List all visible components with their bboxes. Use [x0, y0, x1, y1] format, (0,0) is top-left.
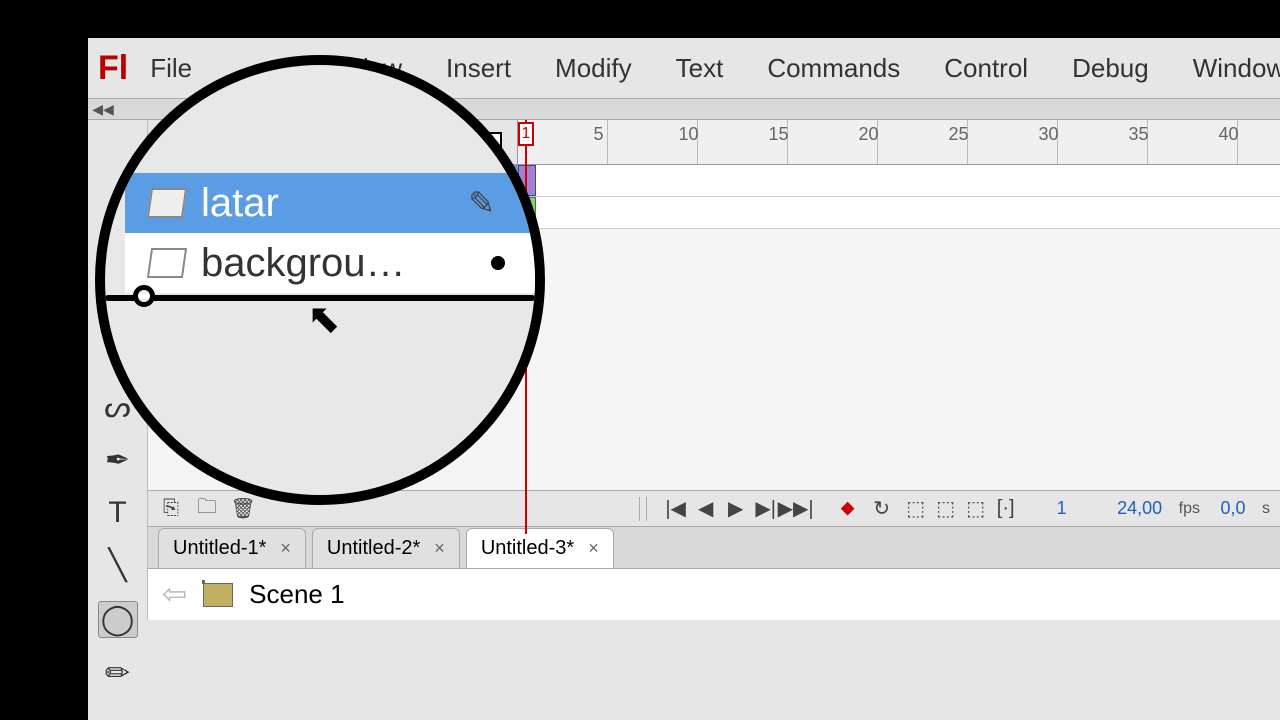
tab-label: Untitled-1* [173, 537, 266, 560]
ruler-tick: 15 [770, 120, 788, 164]
menu-text[interactable]: Text [654, 53, 746, 84]
ruler-tick: 35 [1130, 120, 1148, 164]
current-frame-display[interactable]: 1 [1027, 498, 1097, 519]
close-icon[interactable]: × [434, 538, 445, 559]
onion-outline-button[interactable]: ⬚ [933, 496, 959, 522]
ruler-tick: 40 [1220, 120, 1238, 164]
scene-bar: ⇦ Scene 1 [148, 568, 1280, 620]
delete-layer-button[interactable]: 🗑 [230, 496, 256, 522]
cursor-icon: ⬉ [307, 296, 341, 342]
time-label: s [1262, 500, 1270, 518]
scene-name[interactable]: Scene 1 [249, 579, 344, 610]
ruler-tick: 25 [950, 120, 968, 164]
magnifier-knob-icon [133, 285, 155, 307]
close-icon[interactable]: × [280, 538, 291, 559]
pencil-icon: ✎ [468, 184, 495, 222]
ruler-tick: 20 [860, 120, 878, 164]
keyframe-dot-icon [491, 256, 505, 270]
first-frame-button[interactable]: |◀ [663, 496, 689, 522]
magnified-layer-label: latar [201, 181, 279, 226]
tab-label: Untitled-2* [327, 537, 420, 560]
time-display: 0,0 [1208, 498, 1258, 519]
onion-markers-button[interactable]: [·] [993, 496, 1019, 522]
fps-display[interactable]: 24,00 [1105, 498, 1175, 519]
fps-label: fps [1179, 500, 1200, 518]
tab-untitled-3[interactable]: Untitled-3* × [466, 528, 614, 568]
pencil-tool-icon[interactable]: ✏ [98, 656, 138, 691]
magnifier-overlay: latar ✎ backgrou… ⬉ [95, 55, 545, 505]
grip-icon[interactable] [639, 497, 647, 521]
edit-multiple-button[interactable]: ⬚ [963, 496, 989, 522]
loop-button[interactable]: ↻ [869, 496, 895, 522]
magnified-layer-background[interactable]: backgrou… [125, 233, 535, 293]
frame-ruler[interactable]: 1 5 10 15 20 25 30 35 40 [518, 120, 1280, 164]
close-icon[interactable]: × [588, 538, 599, 559]
menu-commands[interactable]: Commands [745, 53, 922, 84]
text-tool-icon[interactable]: T [98, 496, 138, 530]
back-arrow-icon[interactable]: ⇦ [162, 577, 187, 612]
next-frame-button[interactable]: ▶| [753, 496, 779, 522]
menu-debug[interactable]: Debug [1050, 53, 1171, 84]
ruler-tick: 5 [590, 120, 608, 164]
magnifier-divider [105, 295, 535, 301]
loop-marker-icon[interactable]: ⬥ [835, 496, 861, 522]
scene-icon [203, 583, 233, 607]
magnified-layer-label: backgrou… [201, 241, 406, 286]
prev-frame-button[interactable]: ◀ [693, 496, 719, 522]
line-tool-icon[interactable]: ╲ [98, 548, 138, 583]
ruler-tick: 30 [1040, 120, 1058, 164]
menu-control[interactable]: Control [922, 53, 1050, 84]
oval-tool-icon[interactable]: ◯ [98, 601, 138, 638]
layer-icon [147, 248, 187, 278]
layer-icon [147, 188, 187, 218]
play-button[interactable]: ▶ [723, 496, 749, 522]
last-frame-button[interactable]: ▶▶| [783, 496, 809, 522]
tab-label: Untitled-3* [481, 537, 574, 560]
document-tabs: Untitled-1* × Untitled-2* × Untitled-3* … [148, 526, 1280, 568]
tab-untitled-2[interactable]: Untitled-2* × [312, 528, 460, 568]
magnified-layer-latar[interactable]: latar ✎ [125, 173, 535, 233]
onion-skin-button[interactable]: ⬚ [903, 496, 929, 522]
menu-window[interactable]: Window [1171, 53, 1280, 84]
tab-untitled-1[interactable]: Untitled-1* × [158, 528, 306, 568]
ruler-tick: 10 [680, 120, 698, 164]
new-folder-button[interactable]: 🗀 [194, 496, 220, 522]
menu-modify[interactable]: Modify [533, 53, 654, 84]
new-layer-button[interactable]: ⎘ [158, 496, 184, 522]
